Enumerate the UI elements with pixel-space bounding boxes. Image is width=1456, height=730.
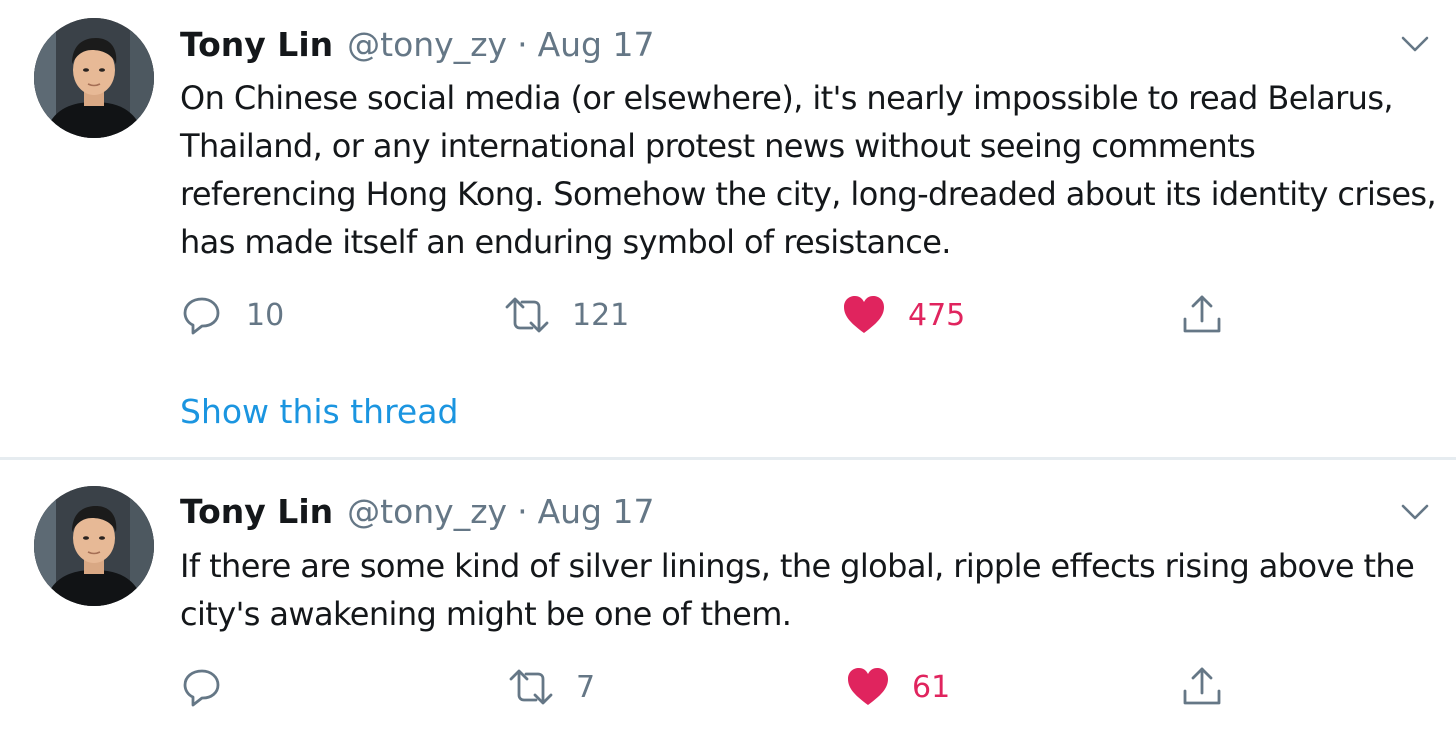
retweet-button[interactable]: 121 — [504, 292, 629, 338]
like-button[interactable]: 475 — [842, 292, 965, 338]
retweet-icon — [509, 669, 553, 705]
tweet-text: If there are some kind of silver linings… — [180, 547, 1415, 633]
author-name[interactable]: Tony Lin — [180, 20, 333, 70]
tweet[interactable]: Tony Lin @tony_zy · Aug 17 On Chinese so… — [0, 0, 1456, 460]
heart-icon — [848, 668, 888, 705]
show-thread-link[interactable]: Show this thread — [180, 388, 458, 436]
reply-button[interactable]: 10 — [180, 292, 284, 338]
tweet-actions: 10 121 475 — [180, 292, 1240, 338]
retweet-count: 7 — [576, 669, 596, 705]
share-icon — [1183, 667, 1221, 705]
like-count: 61 — [912, 669, 951, 705]
author-handle[interactable]: @tony_zy — [347, 487, 507, 537]
avatar-photo — [34, 18, 154, 138]
avatar[interactable] — [34, 486, 154, 606]
chevron-down-icon[interactable] — [1398, 27, 1432, 61]
separator-dot: · — [517, 25, 528, 64]
author-name[interactable]: Tony Lin — [180, 487, 333, 537]
like-button[interactable]: 61 — [846, 664, 950, 710]
reply-count: 10 — [246, 297, 285, 333]
tweet-header: Tony Lin @tony_zy · Aug 17 — [180, 487, 654, 537]
heart-icon — [844, 296, 884, 333]
tweet-text: On Chinese social media (or elsewhere), … — [180, 79, 1437, 261]
retweet-count: 121 — [572, 297, 630, 333]
separator-dot: · — [517, 492, 528, 531]
tweet-actions: 7 61 — [180, 664, 1240, 710]
like-count: 475 — [908, 297, 966, 333]
reply-icon — [183, 297, 220, 335]
avatar-photo — [34, 486, 154, 606]
tweet-date[interactable]: Aug 17 — [538, 487, 655, 537]
tweet-header: Tony Lin @tony_zy · Aug 17 — [180, 20, 654, 70]
reply-icon — [183, 669, 220, 707]
tweet-date[interactable]: Aug 17 — [538, 20, 655, 70]
avatar[interactable] — [34, 18, 154, 138]
author-handle[interactable]: @tony_zy — [347, 20, 507, 70]
share-icon — [1183, 295, 1221, 333]
chevron-down-icon[interactable] — [1398, 495, 1432, 529]
reply-button[interactable] — [180, 664, 246, 710]
retweet-icon — [505, 297, 549, 333]
tweet[interactable]: Tony Lin @tony_zy · Aug 17 If there are … — [0, 460, 1456, 730]
share-button[interactable] — [1180, 664, 1224, 710]
share-button[interactable] — [1180, 292, 1224, 338]
retweet-button[interactable]: 7 — [508, 664, 595, 710]
